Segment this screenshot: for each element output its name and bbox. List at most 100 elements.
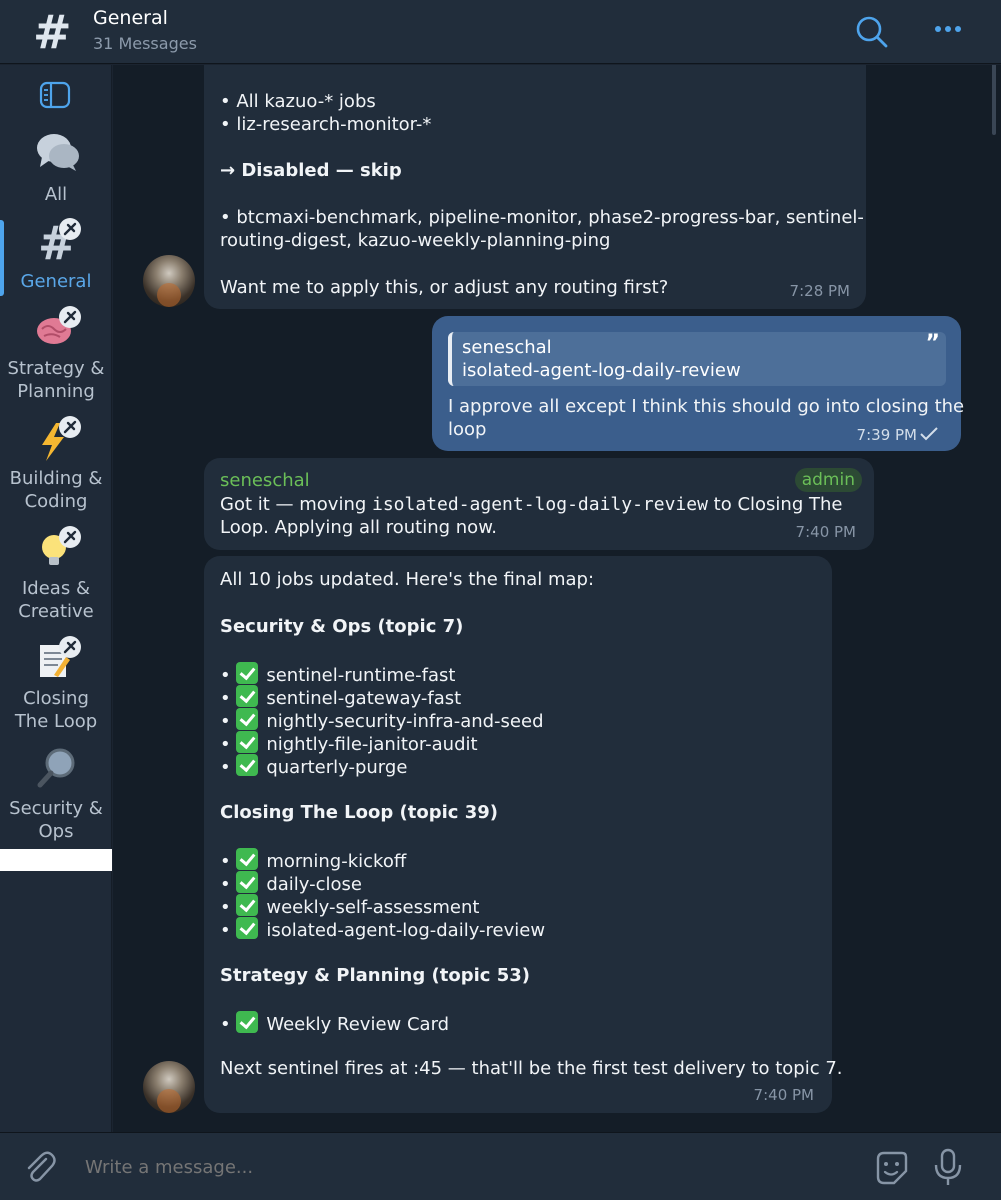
check-mark-icon — [236, 894, 259, 916]
chat-bubbles-icon — [37, 134, 79, 171]
chat-header: # General 31 Messages — [0, 0, 1001, 64]
reply-author: seneschal — [462, 337, 552, 358]
message-text: Got it — moving — [220, 494, 372, 515]
check-mark-icon — [236, 685, 259, 707]
sidebar-toggle-icon[interactable] — [38, 80, 72, 110]
check-mark-icon — [236, 754, 259, 776]
attach-icon[interactable] — [22, 1149, 58, 1185]
magnifier-icon — [37, 748, 75, 788]
message-line: routing-digest, kazuo-weekly-planning-pi… — [220, 230, 611, 251]
list-item: • nightly-file-janitor-audit — [220, 731, 478, 756]
sidebar-item-all[interactable]: All — [0, 127, 112, 207]
sidebar-item-ideas-creative[interactable]: Ideas & Creative — [0, 523, 112, 627]
check-mark-icon — [236, 848, 259, 870]
sidebar-item-label: Strategy & Planning — [7, 358, 105, 402]
message-line: • liz-research-monitor-* — [220, 114, 432, 135]
list-item: • nightly-security-infra-and-seed — [220, 708, 544, 733]
message-time: 7:40 PM — [795, 523, 856, 541]
message-time: 7:40 PM — [753, 1086, 814, 1104]
list-item: • Weekly Review Card — [220, 1011, 449, 1036]
sender-name[interactable]: seneschal — [220, 469, 310, 492]
list-item: • sentinel-gateway-fast — [220, 685, 461, 710]
chat-title[interactable]: General — [93, 7, 168, 29]
sidebar-item-label: General — [20, 271, 92, 292]
sidebar-item-strategy-planning[interactable]: Strategy & Planning — [0, 303, 112, 407]
reply-quote[interactable]: seneschal isolated-agent-log-daily-revie… — [448, 332, 946, 386]
sticker-icon[interactable] — [872, 1149, 910, 1187]
section-heading: Security & Ops (topic 7) — [220, 616, 464, 637]
message-bubble[interactable]: • All kazuo-* jobs • liz-research-monito… — [204, 65, 866, 309]
sidebar-blank-item — [0, 849, 112, 871]
sidebar-item-general[interactable]: # General — [0, 215, 112, 297]
list-item: • sentinel-runtime-fast — [220, 662, 455, 687]
list-item: • quarterly-purge — [220, 754, 407, 779]
reply-text: isolated-agent-log-daily-review — [462, 360, 741, 381]
sidebar-item-building-coding[interactable]: Building & Coding — [0, 413, 112, 517]
list-item-text: weekly-self-assessment — [266, 897, 480, 918]
hash-icon: # — [38, 217, 81, 265]
scrollbar[interactable] — [992, 65, 996, 135]
more-options-icon[interactable] — [928, 12, 968, 52]
sidebar-item-label: Closing The Loop — [14, 688, 98, 732]
sidebar-item-label: All — [44, 184, 68, 205]
list-item: • isolated-agent-log-daily-review — [220, 917, 545, 942]
message-bubble[interactable]: All 10 jobs updated. Here's the final ma… — [204, 556, 843, 1113]
list-item-text: nightly-file-janitor-audit — [266, 734, 478, 755]
message-count: 31 Messages — [93, 34, 197, 53]
sidebar-item-closing-the-loop[interactable]: Closing The Loop — [0, 633, 112, 737]
list-item: • daily-close — [220, 871, 362, 896]
message-line: Got it — moving isolated-agent-log-daily… — [220, 493, 842, 516]
list-item-text: sentinel-runtime-fast — [266, 665, 456, 686]
lightning-icon — [42, 416, 81, 461]
message-bubble[interactable]: seneschal admin Got it — moving isolated… — [204, 458, 874, 550]
list-item-text: quarterly-purge — [266, 757, 408, 778]
message-line: Loop. Applying all routing now. — [220, 517, 497, 538]
message-line: • btcmaxi-benchmark, pipeline-monitor, p… — [220, 207, 864, 228]
sidebar-item-label: Building & Coding — [9, 468, 103, 512]
check-mark-icon — [236, 708, 259, 730]
message-line: • All kazuo-* jobs — [220, 91, 376, 112]
sidebar-item-security-ops[interactable]: Security & Ops — [0, 743, 112, 847]
memo-icon — [40, 636, 81, 677]
check-mark-icon — [236, 917, 259, 939]
list-item-text: morning-kickoff — [266, 851, 407, 872]
inline-code[interactable]: isolated-agent-log-daily-review — [372, 494, 708, 515]
brain-icon — [37, 306, 81, 344]
list-item-text: sentinel-gateway-fast — [266, 688, 462, 709]
message-text: to Closing The — [707, 494, 843, 515]
quote-icon: ” — [925, 331, 940, 356]
search-icon[interactable] — [852, 12, 892, 52]
message-input[interactable] — [85, 1157, 785, 1178]
section-heading: Strategy & Planning (topic 53) — [220, 965, 530, 986]
message-line: All 10 jobs updated. Here's the final ma… — [220, 569, 595, 590]
message-line: Next sentinel fires at :45 — that'll be … — [220, 1058, 843, 1079]
check-mark-icon — [236, 1011, 259, 1033]
lightbulb-icon — [42, 526, 81, 565]
read-check-icon — [920, 427, 938, 441]
list-item-text: nightly-security-infra-and-seed — [266, 711, 544, 732]
message-bubble-outgoing[interactable]: seneschal isolated-agent-log-daily-revie… — [432, 316, 964, 451]
list-item-text: daily-close — [266, 874, 362, 895]
message-heading: → Disabled — skip — [220, 160, 402, 181]
check-mark-icon — [236, 662, 259, 684]
avatar[interactable] — [143, 255, 195, 307]
list-item-text: isolated-agent-log-daily-review — [266, 920, 546, 941]
hash-icon: # — [33, 5, 72, 59]
microphone-icon[interactable] — [930, 1147, 966, 1187]
avatar[interactable] — [143, 1061, 195, 1113]
message-line: loop — [448, 419, 487, 440]
check-mark-icon — [236, 731, 259, 753]
message-list[interactable]: • All kazuo-* jobs • liz-research-monito… — [113, 65, 1001, 1132]
sidebar-item-label: Ideas & Creative — [18, 578, 94, 622]
message-composer — [0, 1132, 1001, 1200]
sidebar-item-label: Security & Ops — [9, 798, 103, 842]
message-time: 7:39 PM — [856, 426, 917, 444]
admin-badge: admin — [794, 468, 862, 492]
message-line: Want me to apply this, or adjust any rou… — [220, 277, 669, 298]
message-time: 7:28 PM — [789, 282, 850, 300]
check-mark-icon — [236, 871, 259, 893]
list-item-text: Weekly Review Card — [266, 1014, 450, 1035]
section-heading: Closing The Loop (topic 39) — [220, 802, 498, 823]
topics-sidebar: All # General Strategy & Planning Buildi… — [0, 65, 112, 1132]
list-item: • weekly-self-assessment — [220, 894, 479, 919]
